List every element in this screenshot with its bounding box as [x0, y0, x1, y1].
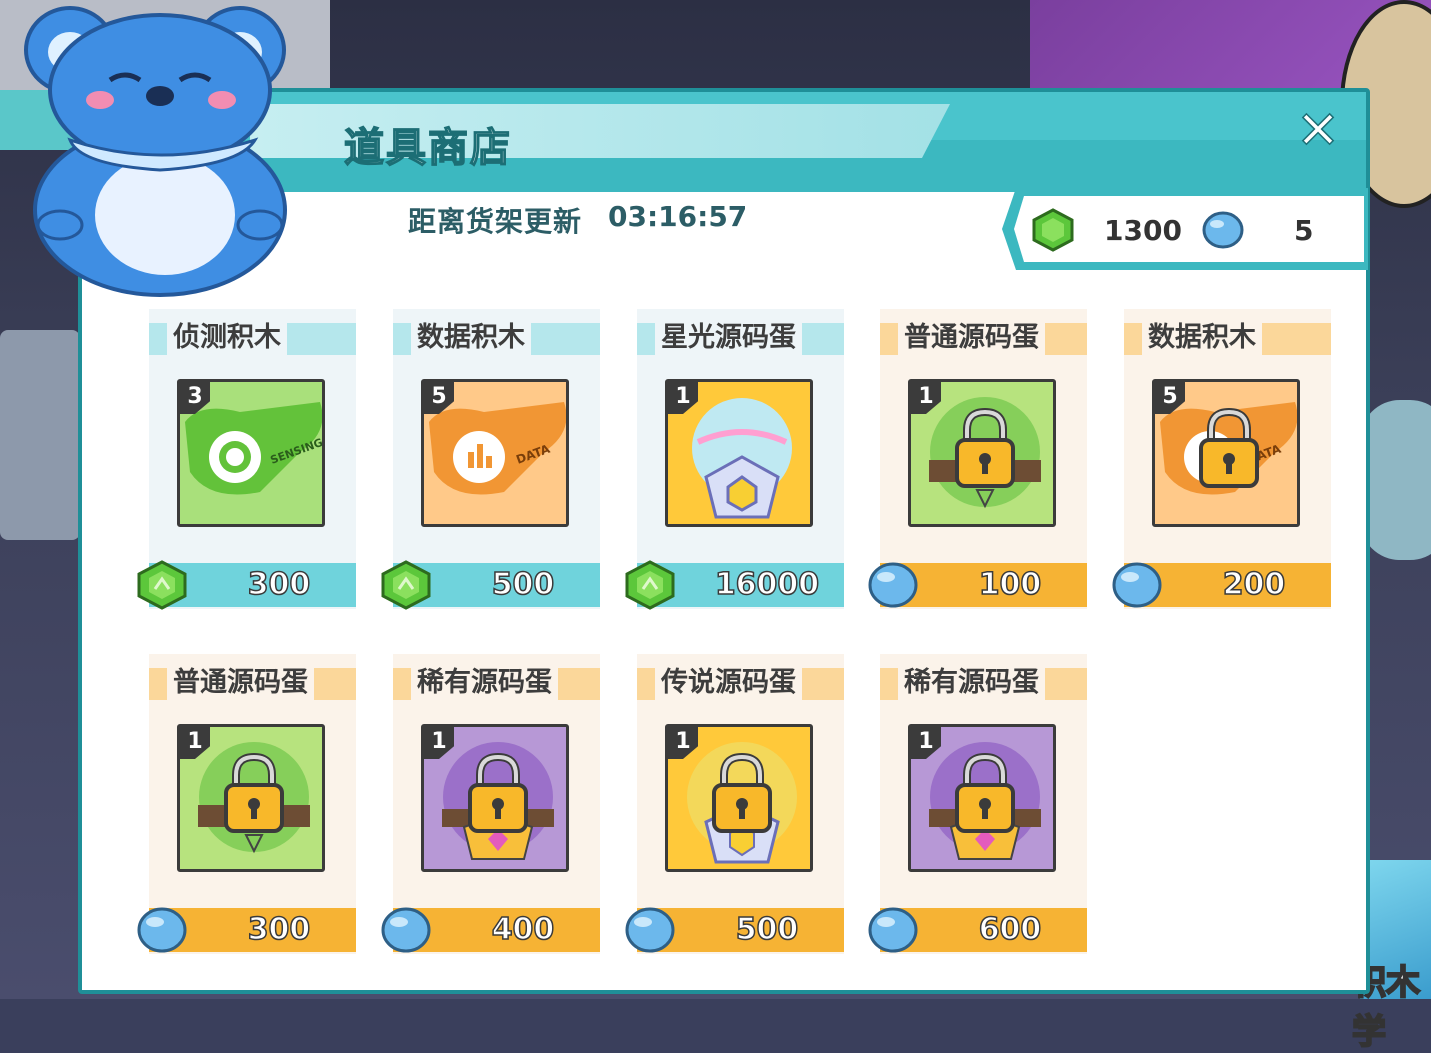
blue-orb-icon	[1110, 559, 1164, 611]
blue-orb-icon	[866, 559, 920, 611]
shop-item-card[interactable]: 数据积木 DATA 5 200	[1112, 309, 1331, 609]
item-price: 400	[491, 911, 555, 948]
item-image: DATA 5	[421, 379, 569, 527]
item-image: 1	[908, 379, 1056, 527]
item-price: 600	[978, 911, 1042, 948]
blue-orb-icon	[1202, 211, 1244, 249]
close-button[interactable]: ✕	[1293, 104, 1343, 158]
timer-label: 距离货架更新	[408, 205, 583, 238]
item-name: 普通源码蛋	[167, 664, 314, 702]
blue-orb-icon	[135, 904, 189, 956]
background-table	[0, 330, 80, 540]
green-gem-icon	[379, 559, 433, 611]
item-image: DATA 5	[1152, 379, 1300, 527]
item-name: 数据积木	[411, 319, 531, 357]
blue-orb-icon	[379, 904, 433, 956]
item-price: 500	[491, 566, 555, 603]
green-gem-icon	[623, 559, 677, 611]
item-price: 300	[247, 566, 311, 603]
shop-item-card[interactable]: 普通源码蛋 1 300	[137, 654, 356, 954]
blue-orb-icon	[623, 904, 677, 956]
item-name: 稀有源码蛋	[898, 664, 1045, 702]
orb-amount: 5	[1294, 214, 1314, 247]
item-name: 数据积木	[1142, 319, 1262, 357]
shop-item-card[interactable]: 数据积木 DATA 5 500	[381, 309, 600, 610]
item-image: 1	[665, 379, 813, 527]
green-gem-icon	[135, 559, 189, 611]
shop-item-card[interactable]: 传说源码蛋 1 500	[625, 654, 844, 954]
item-image: SENSING 3	[177, 379, 325, 527]
item-name: 侦测积木	[167, 319, 287, 357]
background-pad	[1360, 400, 1431, 560]
timer-value: 03:16:57	[608, 200, 748, 233]
item-name: 稀有源码蛋	[411, 664, 558, 702]
koala-mascot	[24, 6, 287, 297]
item-name: 星光源码蛋	[655, 319, 802, 357]
green-gem-icon	[1032, 208, 1074, 252]
item-image: 1	[665, 724, 813, 872]
item-name: 普通源码蛋	[898, 319, 1045, 357]
blue-orb-icon	[866, 904, 920, 956]
shop-item-card[interactable]: 普通源码蛋 1 100	[868, 309, 1087, 609]
item-image: 1	[421, 724, 569, 872]
shop-title: 道具商店	[343, 124, 512, 172]
item-name: 传说源码蛋	[655, 664, 802, 702]
shop-item-card[interactable]: 稀有源码蛋 1 600	[868, 654, 1087, 954]
gem-amount: 1300	[1104, 214, 1182, 247]
shop-item-card[interactable]: 侦测积木 SENSING 3 300	[137, 309, 356, 610]
shop-item-card[interactable]: 星光源码蛋 1 16000	[625, 309, 844, 610]
item-image: 1	[908, 724, 1056, 872]
cart-icon	[346, 202, 387, 236]
item-price: 100	[978, 566, 1042, 603]
item-price: 300	[247, 911, 311, 948]
item-price: 200	[1222, 566, 1286, 603]
shop-item-card[interactable]: 稀有源码蛋 1 400	[381, 654, 600, 954]
item-price: 16000	[714, 566, 820, 603]
close-icon: ✕	[1295, 101, 1340, 161]
item-price: 500	[735, 911, 799, 948]
item-image: 1	[177, 724, 325, 872]
